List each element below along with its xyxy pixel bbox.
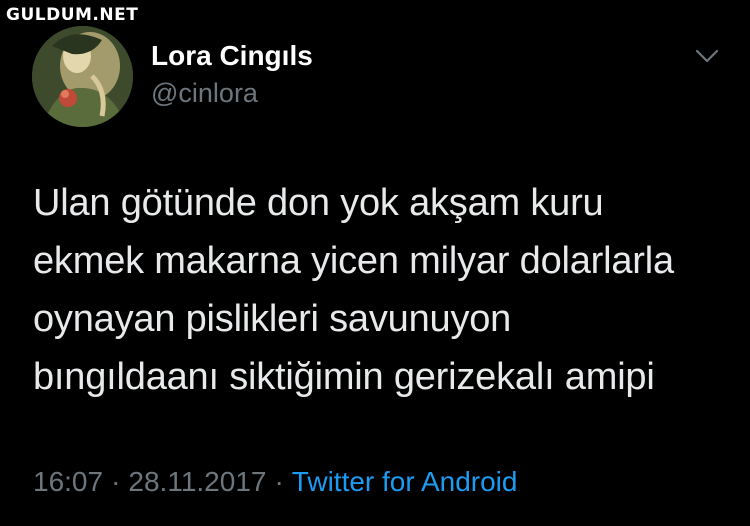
tweet-line: bıngıldaanı siktiğimin gerizekalı amipi bbox=[33, 356, 655, 398]
tweet-source-link[interactable]: Twitter for Android bbox=[292, 466, 518, 497]
tweet-date[interactable]: 28.11.2017 bbox=[128, 466, 266, 497]
meta-separator: · bbox=[111, 466, 121, 497]
tweet-line: ekmek makarna yicen milyar dolarlarla bbox=[33, 240, 674, 282]
tweet-text: Ulan götünde don yok akşam kuru ekmek ma… bbox=[33, 174, 733, 406]
tweet-time[interactable]: 16:07 bbox=[33, 466, 103, 497]
author-handle[interactable]: @cinlora bbox=[151, 78, 258, 109]
tweet-line: oynayan pislikleri savunuyon bbox=[33, 298, 512, 340]
avatar[interactable] bbox=[32, 26, 133, 127]
chevron-down-icon[interactable] bbox=[694, 46, 720, 66]
tweet-meta: 16:07 · 28.11.2017 · Twitter for Android bbox=[33, 466, 517, 498]
author-name[interactable]: Lora Cingıls bbox=[151, 40, 313, 72]
watermark-logo: GULDUM.NET bbox=[6, 5, 139, 25]
tweet-line: Ulan götünde don yok akşam kuru bbox=[33, 182, 604, 224]
meta-separator: · bbox=[274, 466, 284, 497]
avatar-image bbox=[32, 26, 133, 127]
